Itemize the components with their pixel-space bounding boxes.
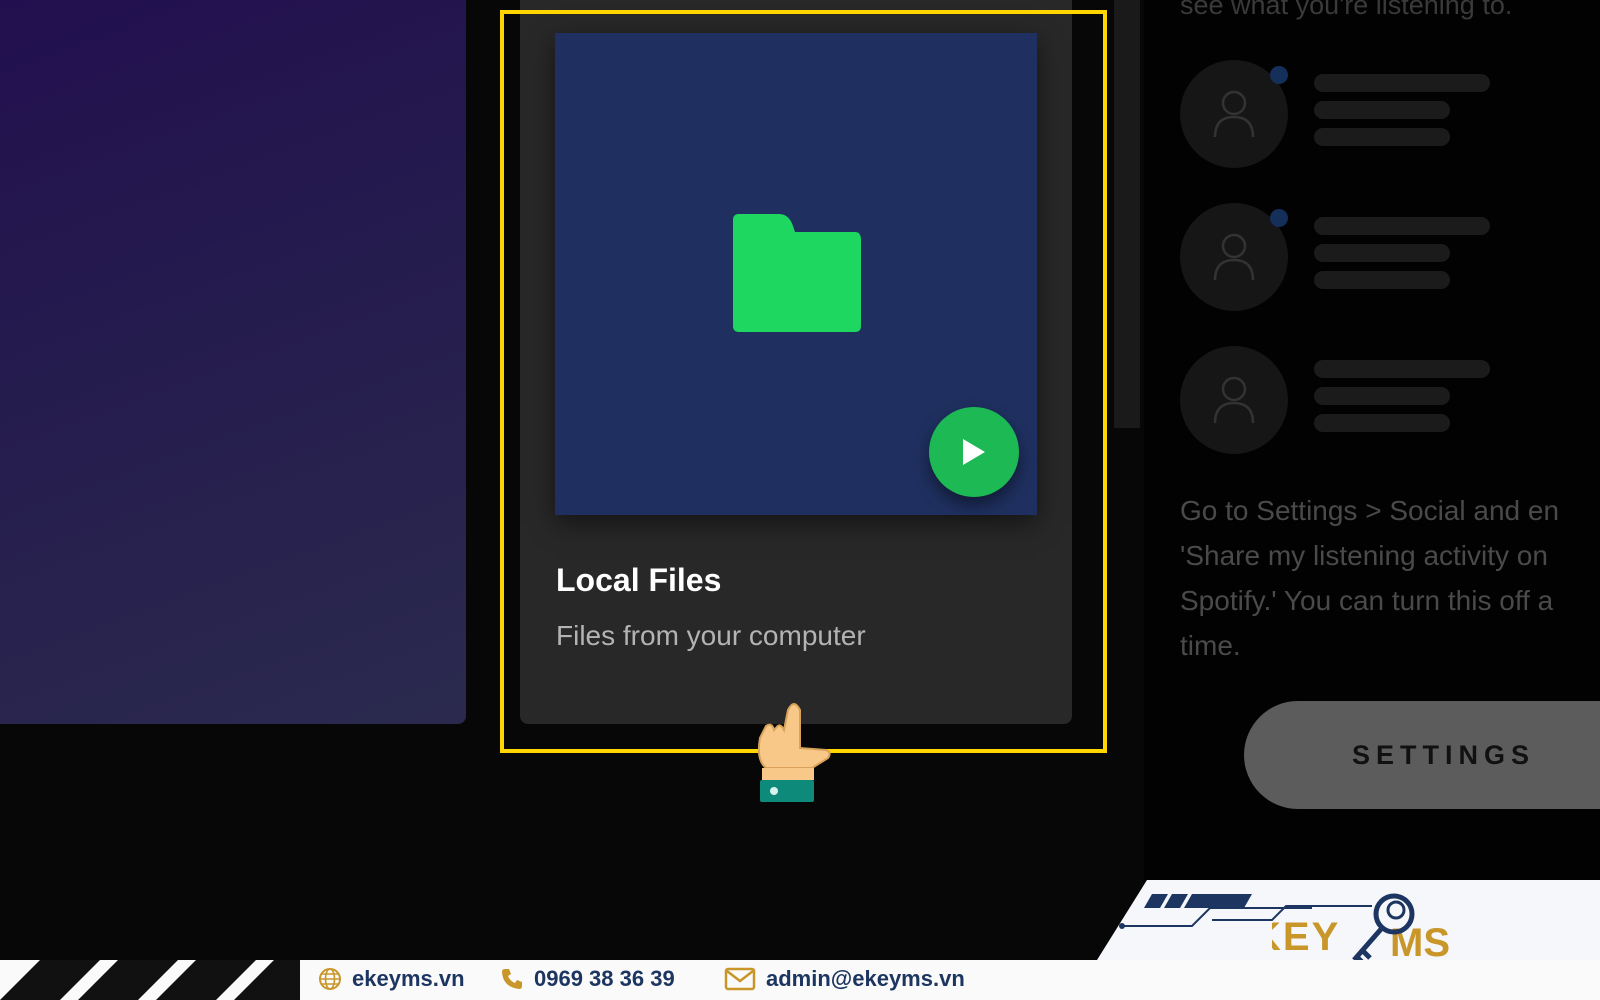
placeholder-line (1314, 101, 1450, 119)
friend-placeholder-row (1180, 346, 1600, 456)
website-contact[interactable]: ekeyms.vn (318, 966, 465, 992)
online-dot (1270, 209, 1288, 227)
footer-bar: ekeyms.vn 0969 38 36 39 admin@ekeyms.vn (0, 960, 1600, 1000)
play-button[interactable] (929, 407, 1019, 497)
phone-contact[interactable]: 0969 38 36 39 (500, 966, 675, 992)
friend-activity-panel: see what you're listening to. Go to Sett… (1144, 0, 1600, 880)
email-text: admin@ekeyms.vn (766, 966, 965, 991)
user-icon (1213, 376, 1255, 424)
website-text: ekeyms.vn (352, 966, 465, 991)
card-title: Local Files (556, 562, 722, 598)
card-subtitle: Files from your computer (556, 620, 866, 651)
placeholder-line (1314, 387, 1450, 405)
folder-icon (733, 214, 861, 332)
placeholder-line (1314, 217, 1490, 235)
play-icon (963, 439, 985, 465)
svg-text:MS: MS (1390, 921, 1450, 965)
local-files-cover (555, 33, 1037, 515)
email-contact[interactable]: admin@ekeyms.vn (724, 966, 965, 992)
settings-button[interactable]: SETTINGS (1244, 701, 1600, 809)
playlist-card-left[interactable] (0, 0, 466, 724)
stripe-decoration (0, 960, 300, 1000)
mail-icon (724, 967, 756, 991)
globe-icon (319, 968, 341, 990)
avatar (1180, 346, 1288, 454)
placeholder-line (1314, 244, 1450, 262)
phone-icon (502, 969, 522, 989)
placeholder-line (1314, 128, 1450, 146)
placeholder-line (1314, 360, 1490, 378)
phone-text: 0969 38 36 39 (534, 966, 675, 991)
scrollbar-strip[interactable] (1114, 0, 1140, 428)
placeholder-line (1314, 74, 1490, 92)
user-icon (1213, 90, 1255, 138)
user-icon (1213, 233, 1255, 281)
friend-placeholder-row (1180, 203, 1600, 313)
panel-heading: see what you're listening to. (1180, 0, 1513, 20)
local-files-card[interactable]: Local Files Files from your computer (520, 0, 1072, 724)
panel-body-text: Go to Settings > Social and en 'Share my… (1180, 495, 1560, 661)
placeholder-line (1314, 414, 1450, 432)
placeholder-line (1314, 271, 1450, 289)
hand-pointer-icon (757, 703, 831, 802)
friend-placeholder-row (1180, 60, 1600, 170)
online-dot (1270, 66, 1288, 84)
svg-text:KEY: KEY (1272, 915, 1340, 959)
